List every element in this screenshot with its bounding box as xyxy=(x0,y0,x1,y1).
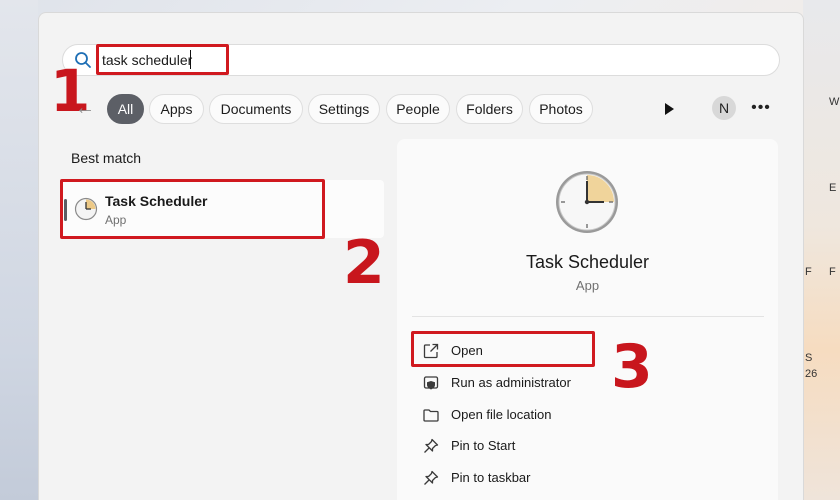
more-options-icon[interactable]: ••• xyxy=(750,97,772,119)
details-type: App xyxy=(575,278,600,293)
desktop-icon-label[interactable]: W xyxy=(829,96,839,108)
pin-to-start-label: Pin to Start xyxy=(451,438,516,453)
pin-to-taskbar-action[interactable]: Pin to taskbar xyxy=(420,466,760,490)
pin-to-taskbar-label: Pin to taskbar xyxy=(451,470,531,485)
back-arrow-icon[interactable]: ← xyxy=(74,97,96,119)
details-title: Task Scheduler xyxy=(525,252,650,272)
step-number-3: 3 xyxy=(611,332,653,402)
filter-chip-people[interactable]: People xyxy=(386,94,450,124)
desktop-icon-label[interactable]: 26 xyxy=(805,368,817,380)
run-as-administrator-action[interactable]: Run as administrator xyxy=(420,371,760,395)
filter-chip-settings[interactable]: Settings xyxy=(308,94,380,124)
pin-icon xyxy=(424,470,439,485)
desktop-left-edge xyxy=(0,0,38,500)
best-match-heading: Best match xyxy=(71,150,142,166)
pin-to-start-action[interactable]: Pin to Start xyxy=(420,434,760,458)
filter-chip-documents[interactable]: Documents xyxy=(209,94,303,124)
step-number-2: 2 xyxy=(343,228,385,298)
filter-chip-all[interactable]: All xyxy=(107,94,144,124)
pin-icon xyxy=(424,438,439,453)
highlight-open-action xyxy=(411,331,595,367)
play-more-filters-icon[interactable] xyxy=(662,102,676,116)
shield-admin-icon xyxy=(423,376,439,390)
open-file-location-action[interactable]: Open file location xyxy=(420,403,760,427)
filter-chip-apps[interactable]: Apps xyxy=(149,94,204,124)
desktop-icon-label[interactable]: E xyxy=(829,182,836,194)
divider xyxy=(412,316,764,317)
run-as-administrator-label: Run as administrator xyxy=(451,375,571,390)
filter-chip-folders[interactable]: Folders xyxy=(456,94,523,124)
highlight-search-box xyxy=(96,44,229,75)
desktop-icon-label[interactable]: F xyxy=(829,266,836,278)
avatar[interactable]: N xyxy=(712,96,736,120)
highlight-best-match xyxy=(60,179,325,239)
desktop-icon-label[interactable]: F xyxy=(805,266,812,278)
task-scheduler-clock-icon xyxy=(556,171,618,233)
filter-chip-photos[interactable]: Photos xyxy=(529,94,593,124)
folder-icon xyxy=(423,409,439,422)
open-file-location-label: Open file location xyxy=(451,407,552,422)
desktop-icon-label[interactable]: S xyxy=(805,352,812,364)
desktop-right-edge xyxy=(803,0,840,500)
